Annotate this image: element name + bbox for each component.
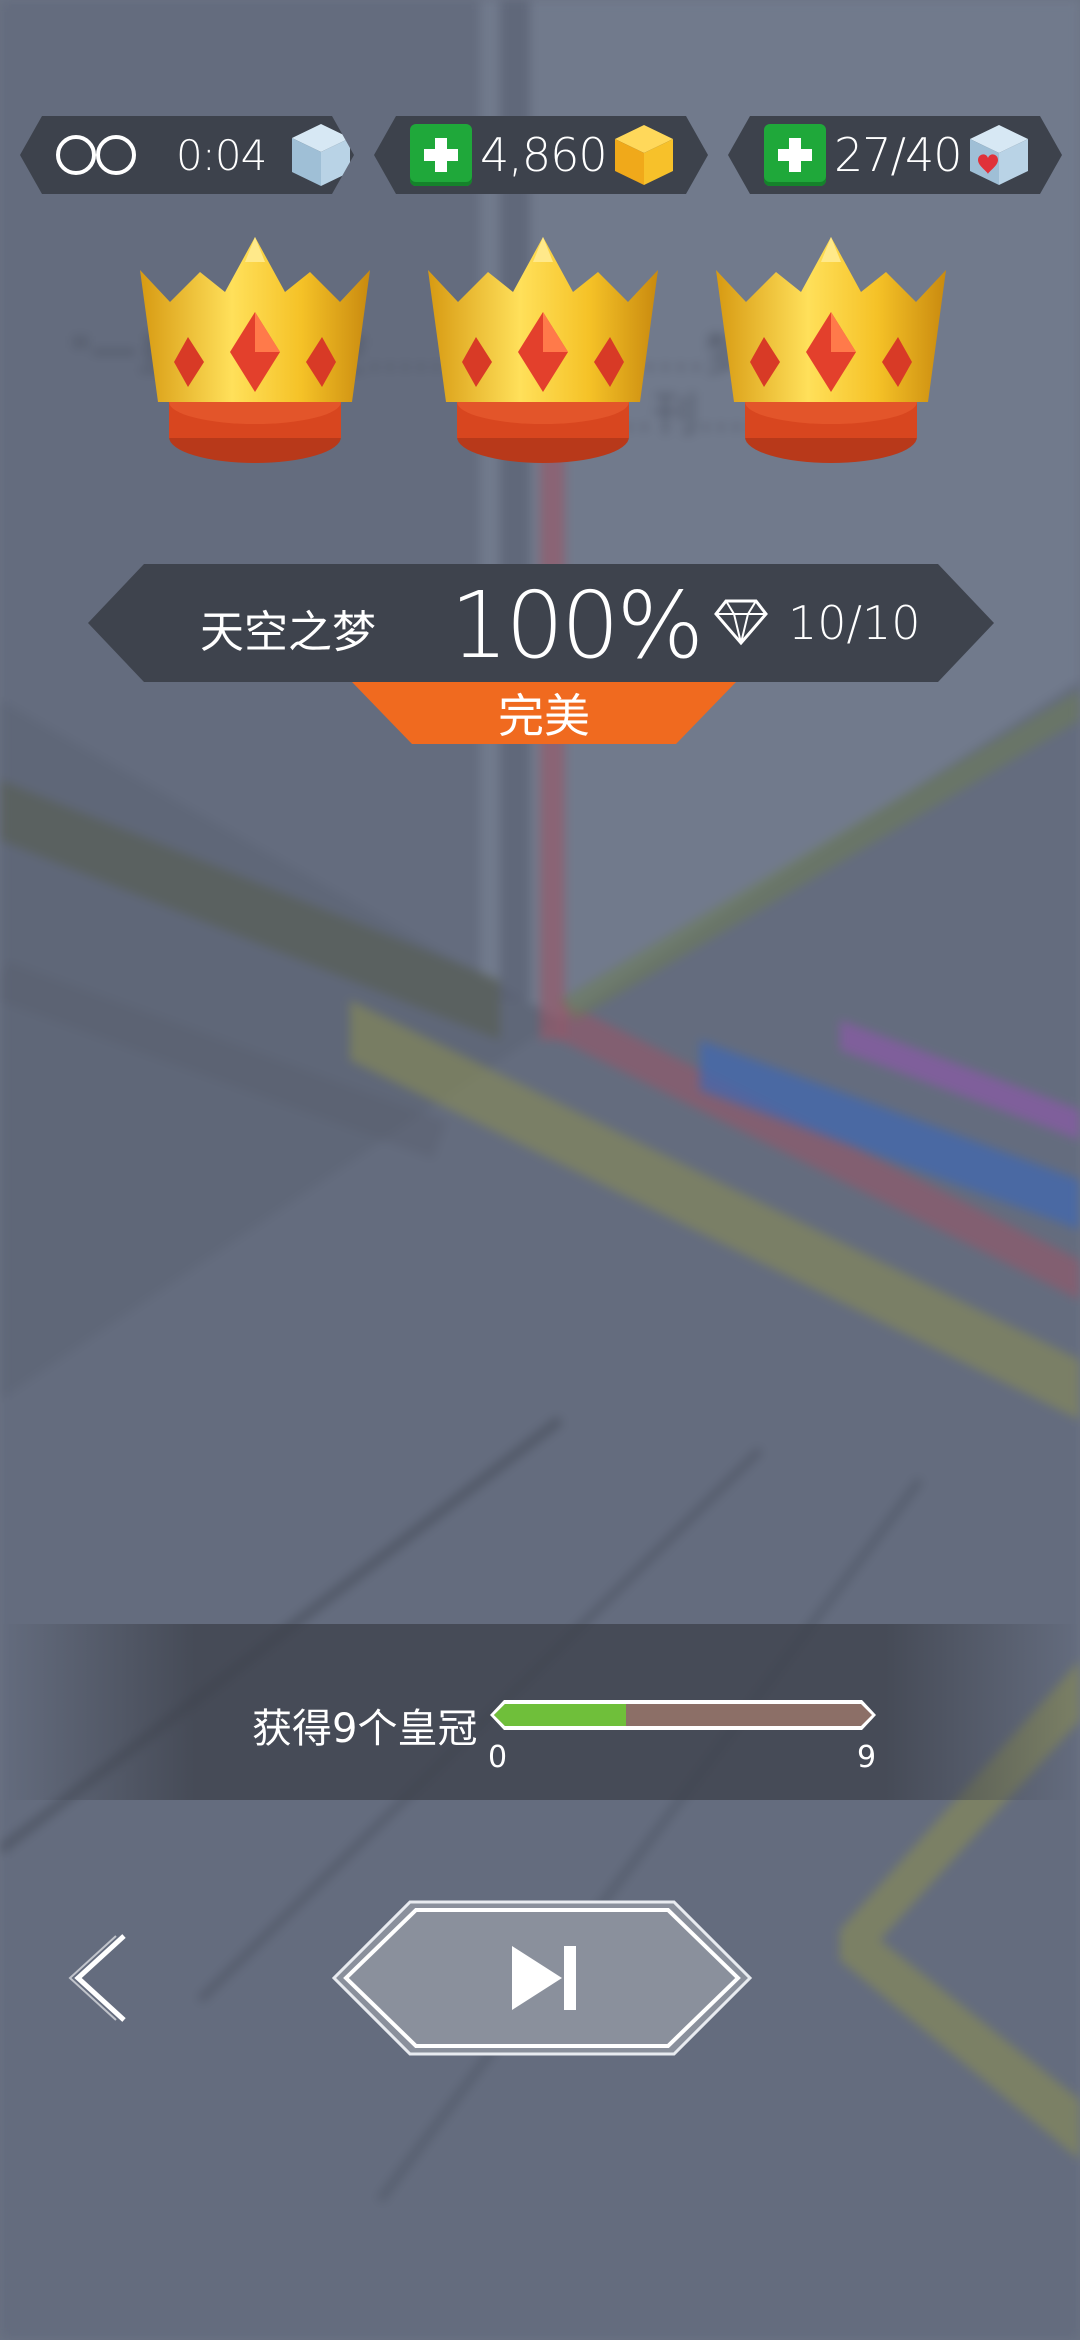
gem-count: 10/10 — [788, 596, 921, 650]
crown-icon-2 — [428, 237, 658, 463]
timer-value: 0:04 — [176, 130, 267, 180]
add-coins-button[interactable] — [410, 124, 472, 186]
hearts-pill[interactable]: 27/40 — [728, 116, 1062, 194]
crown-icon-1 — [140, 237, 370, 463]
add-hearts-button[interactable] — [764, 124, 826, 186]
rating-label: 完美 — [498, 689, 590, 743]
plus-icon — [421, 135, 461, 175]
plus-icon — [775, 135, 815, 175]
progress-max-label: 9 — [857, 1740, 877, 1775]
coins-value: 4,860 — [480, 128, 607, 182]
hearts-value: 27/40 — [834, 128, 962, 182]
crown-icon-3 — [716, 237, 946, 463]
progress-min-label: 0 — [488, 1740, 508, 1775]
heart-cube-icon — [966, 122, 1032, 188]
coins-pill[interactable]: 4,860 — [374, 116, 708, 194]
level-name: 天空之梦 — [200, 607, 376, 658]
next-level-button[interactable] — [330, 1898, 754, 2058]
crown-progress-fill — [494, 1704, 626, 1726]
diamond-icon — [714, 599, 768, 646]
crown-goal-label: 获得9个皇冠 — [252, 1706, 478, 1752]
back-button[interactable] — [64, 1930, 140, 2026]
crown-progress-bar — [490, 1700, 876, 1730]
rating-ribbon: 完美 — [352, 682, 736, 744]
infinity-icon — [54, 133, 138, 177]
timer-pill: 0:04 — [20, 116, 354, 194]
gold-cube-icon — [611, 122, 677, 188]
completion-percent: 100% — [450, 572, 704, 679]
